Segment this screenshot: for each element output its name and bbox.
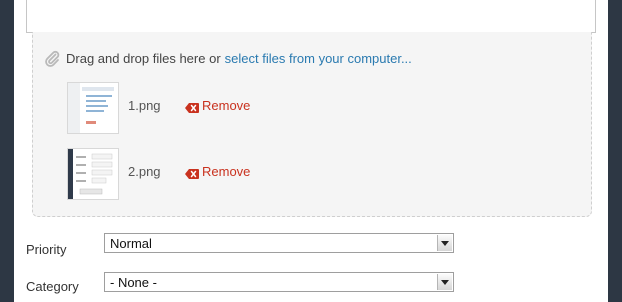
description-textarea[interactable] <box>26 0 596 33</box>
file-name: 1.png <box>128 98 161 113</box>
remove-file-button[interactable]: Remove <box>185 164 250 179</box>
category-label: Category <box>26 279 79 294</box>
remove-label: Remove <box>202 164 251 179</box>
paperclip-icon <box>43 49 61 67</box>
file-thumbnail <box>67 82 119 134</box>
remove-label: Remove <box>202 98 251 113</box>
file-item: 2.png Remove <box>67 148 587 200</box>
ticket-form: Drag and drop files here or select files… <box>14 0 608 302</box>
chevron-down-icon[interactable] <box>437 235 452 251</box>
remove-file-button[interactable]: Remove <box>185 98 250 113</box>
priority-select[interactable]: Normal <box>104 233 454 253</box>
priority-label: Priority <box>26 242 67 257</box>
category-select[interactable]: - None - <box>104 272 454 292</box>
category-value: - None - <box>110 275 157 290</box>
file-thumbnail <box>67 148 119 200</box>
file-item: 1.png Remove <box>67 82 587 134</box>
select-files-link[interactable]: select files from your computer... <box>225 51 412 66</box>
chevron-down-icon[interactable] <box>437 274 452 290</box>
remove-icon <box>185 101 199 113</box>
dropzone-instructions: Drag and drop files here or select files… <box>43 49 412 67</box>
file-dropzone[interactable]: Drag and drop files here or select files… <box>32 32 592 217</box>
priority-value: Normal <box>110 236 152 251</box>
file-name: 2.png <box>128 164 161 179</box>
remove-icon <box>185 167 199 179</box>
dropzone-text: Drag and drop files here or <box>66 50 221 66</box>
